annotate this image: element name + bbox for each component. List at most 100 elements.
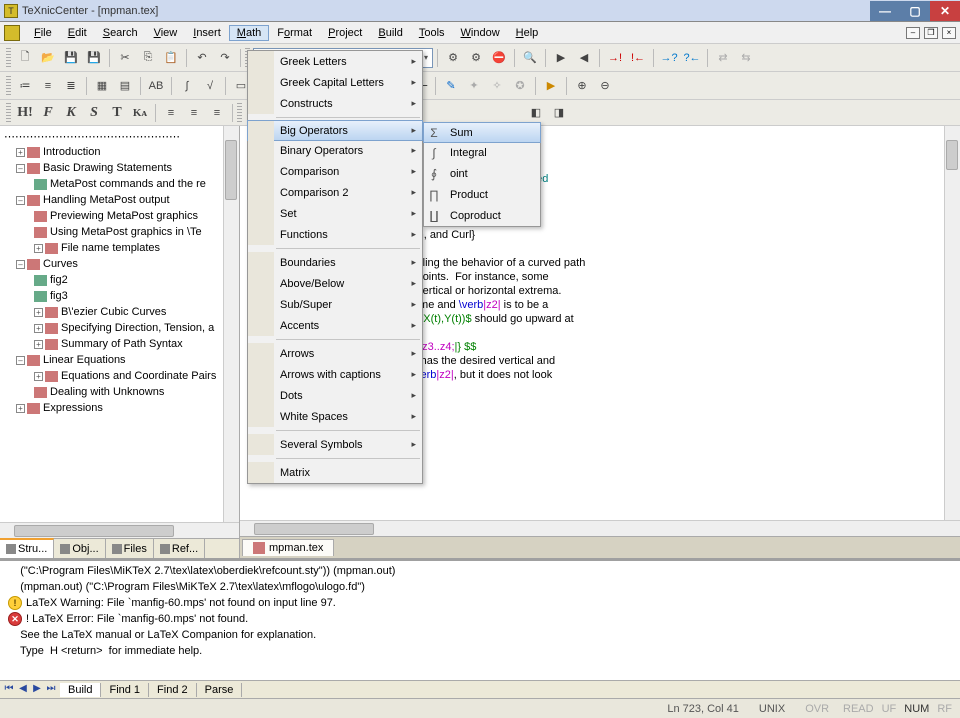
tree-node[interactable]: Summary of Path Syntax bbox=[61, 338, 183, 350]
math-menu-item[interactable]: Above/Below▸ bbox=[248, 273, 422, 294]
menu-edit[interactable]: Edit bbox=[60, 25, 95, 41]
output-tab-build[interactable]: Build bbox=[60, 683, 101, 697]
output-prev-button[interactable]: ◀ bbox=[16, 683, 30, 697]
placeholder4-button[interactable]: ◨ bbox=[548, 102, 570, 124]
output-tab-find1[interactable]: Find 1 bbox=[101, 683, 149, 697]
tree-node[interactable]: MetaPost commands and the re bbox=[50, 178, 206, 190]
prev-warning-button[interactable]: ?← bbox=[681, 47, 703, 69]
toggle2-button[interactable]: ⇆ bbox=[735, 47, 757, 69]
symbol-button[interactable]: AB bbox=[145, 75, 167, 97]
next-warning-button[interactable]: →? bbox=[658, 47, 680, 69]
toolbar-grip[interactable] bbox=[6, 103, 11, 123]
toolbar-grip[interactable] bbox=[237, 103, 242, 123]
paste-button[interactable]: 📋 bbox=[160, 47, 182, 69]
math-menu-item[interactable]: Binary Operators▸ bbox=[248, 140, 422, 161]
run-button[interactable]: ▶ bbox=[540, 75, 562, 97]
math-menu-item[interactable]: Boundaries▸ bbox=[248, 252, 422, 273]
tree-node[interactable]: Specifying Direction, Tension, a bbox=[61, 322, 214, 334]
table-button[interactable]: ▦ bbox=[91, 75, 113, 97]
view-output-button[interactable]: 🔍 bbox=[519, 47, 541, 69]
math-menu-item[interactable]: Dots▸ bbox=[248, 385, 422, 406]
math-menu-item[interactable]: Arrows▸ bbox=[248, 343, 422, 364]
math-menu-item[interactable]: White Spaces▸ bbox=[248, 406, 422, 427]
next-error-button[interactable]: →! bbox=[604, 47, 626, 69]
maximize-button[interactable]: ▢ bbox=[900, 1, 930, 21]
saveall-button[interactable]: 💾 bbox=[83, 47, 105, 69]
big-operator-item[interactable]: ΣSum bbox=[423, 122, 541, 143]
new-button[interactable]: 🗋 bbox=[14, 47, 36, 69]
menu-window[interactable]: Window bbox=[453, 25, 508, 41]
menu-tools[interactable]: Tools bbox=[411, 25, 453, 41]
cut-button[interactable]: ✂ bbox=[114, 47, 136, 69]
mdi-min-button[interactable]: – bbox=[906, 27, 920, 39]
math-menu-item[interactable]: Functions▸ bbox=[248, 224, 422, 245]
placeholder3-button[interactable]: ◧ bbox=[525, 102, 547, 124]
tree-node[interactable]: Expressions bbox=[43, 402, 103, 414]
sidebar-tab-structure[interactable]: Stru... bbox=[0, 538, 54, 558]
math-T-button[interactable]: T bbox=[106, 102, 128, 124]
output-next-button[interactable]: ▶ bbox=[30, 683, 44, 697]
copy-button[interactable]: ⎘ bbox=[137, 47, 159, 69]
toggle-button[interactable]: ⇄ bbox=[712, 47, 734, 69]
align-right-button[interactable]: ≡ bbox=[206, 102, 228, 124]
error-next-button[interactable]: ▶ bbox=[550, 47, 572, 69]
menu-help[interactable]: Help bbox=[508, 25, 547, 41]
math-menu-item[interactable]: Several Symbols▸ bbox=[248, 434, 422, 455]
math-S-button[interactable]: S bbox=[83, 102, 105, 124]
tree-node[interactable]: Using MetaPost graphics in \Te bbox=[50, 226, 202, 238]
editor-vscrollbar[interactable] bbox=[944, 126, 960, 520]
math-menu-item[interactable]: Comparison 2▸ bbox=[248, 182, 422, 203]
list-number-button[interactable]: ≡ bbox=[37, 75, 59, 97]
wand2-button[interactable]: ✧ bbox=[486, 75, 508, 97]
math-menu-item[interactable]: Accents▸ bbox=[248, 315, 422, 336]
tree-hscrollbar[interactable] bbox=[0, 522, 239, 538]
math-menu-item[interactable]: Constructs▸ bbox=[248, 93, 422, 114]
tree-node[interactable]: fig3 bbox=[50, 290, 68, 302]
align-center-button[interactable]: ≡ bbox=[183, 102, 205, 124]
pencil-button[interactable]: ✎ bbox=[440, 75, 462, 97]
mdi-close-button[interactable]: × bbox=[942, 27, 956, 39]
redo-button[interactable]: ↷ bbox=[214, 47, 236, 69]
tree-node[interactable]: B\'ezier Cubic Curves bbox=[61, 306, 166, 318]
output-body[interactable]: ("C:\Program Files\MiKTeX 2.7\tex\latex\… bbox=[0, 561, 960, 680]
list-desc-button[interactable]: ≣ bbox=[60, 75, 82, 97]
editor-hscrollbar[interactable] bbox=[240, 520, 960, 536]
tree-node[interactable]: Introduction bbox=[43, 146, 100, 158]
math-KA-button[interactable]: Kᴀ bbox=[129, 102, 151, 124]
tree-node[interactable]: File name templates bbox=[61, 242, 160, 254]
align-left-button[interactable]: ≡ bbox=[160, 102, 182, 124]
menu-math[interactable]: Math bbox=[229, 25, 269, 41]
error-prev-button[interactable]: ◀ bbox=[573, 47, 595, 69]
save-button[interactable]: 💾 bbox=[60, 47, 82, 69]
undo-button[interactable]: ↶ bbox=[191, 47, 213, 69]
document-tab[interactable]: mpman.tex bbox=[242, 539, 334, 556]
output-tab-find2[interactable]: Find 2 bbox=[149, 683, 197, 697]
math-menu-item[interactable]: Greek Letters▸ bbox=[248, 51, 422, 72]
toolbar-grip[interactable] bbox=[6, 48, 11, 68]
open-button[interactable]: 📂 bbox=[37, 47, 59, 69]
math-H-button[interactable]: H! bbox=[14, 102, 36, 124]
tree-vscrollbar[interactable] bbox=[223, 126, 239, 522]
tag-button[interactable]: ⊕ bbox=[571, 75, 593, 97]
math-menu-item[interactable]: Big Operators▸ bbox=[247, 120, 423, 141]
wand3-button[interactable]: ✪ bbox=[509, 75, 531, 97]
stop-build-button[interactable]: ⛔ bbox=[488, 47, 510, 69]
big-operator-item[interactable]: ∏Product bbox=[424, 184, 540, 205]
math-menu-item[interactable]: Greek Capital Letters▸ bbox=[248, 72, 422, 93]
big-operator-item[interactable]: ∐Coproduct bbox=[424, 205, 540, 226]
big-operator-item[interactable]: ∮oint bbox=[424, 163, 540, 184]
menu-file[interactable]: File bbox=[26, 25, 60, 41]
sidebar-tab-files[interactable]: Files bbox=[106, 539, 154, 558]
minimize-button[interactable]: — bbox=[870, 1, 900, 21]
mdi-restore-button[interactable]: ❐ bbox=[924, 27, 938, 39]
big-operator-item[interactable]: ∫Integral bbox=[424, 142, 540, 163]
math-F-button[interactable]: F bbox=[37, 102, 59, 124]
output-first-button[interactable]: ⏮ bbox=[2, 683, 16, 697]
tree-node[interactable]: Basic Drawing Statements bbox=[43, 162, 172, 174]
structure-tree[interactable]: ⋯⋯⋯⋯⋯⋯⋯⋯⋯⋯⋯⋯⋯⋯⋯⋯ +Introduction –Basic Dr… bbox=[2, 128, 237, 416]
math-menu-item[interactable]: Matrix bbox=[248, 462, 422, 483]
menu-view[interactable]: View bbox=[146, 25, 186, 41]
math-menu-item[interactable]: Arrows with captions▸ bbox=[248, 364, 422, 385]
tree-node[interactable]: Curves bbox=[43, 258, 78, 270]
menu-build[interactable]: Build bbox=[370, 25, 410, 41]
